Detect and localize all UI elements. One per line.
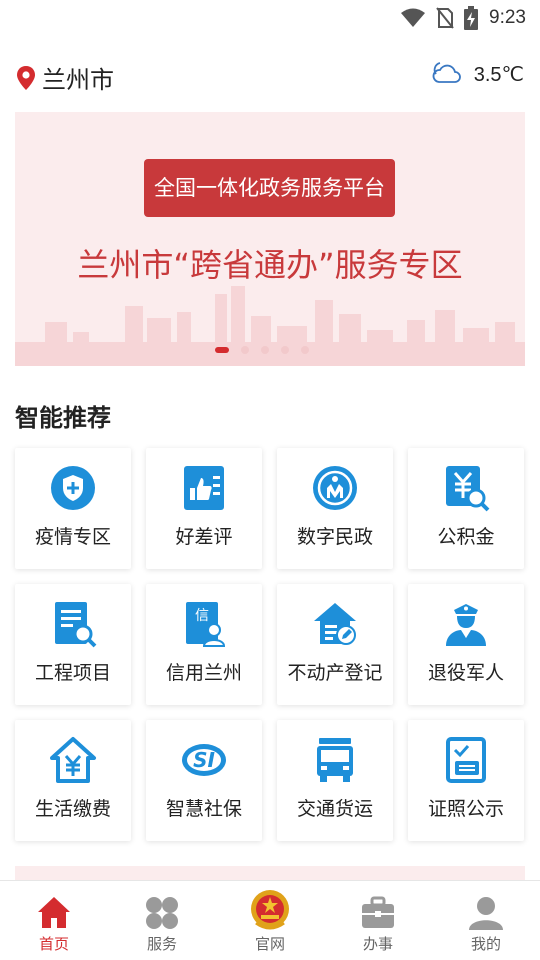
- service-card-housing-fund[interactable]: 公积金: [408, 448, 524, 569]
- grid-icon: [146, 897, 178, 929]
- banner-carousel[interactable]: 全国一体化政务服务平台 兰州市“跨省通办”服务专区: [15, 112, 525, 366]
- carousel-dot-active[interactable]: [215, 347, 229, 353]
- shield-plus-icon: [51, 466, 95, 510]
- doc-search-icon: [55, 602, 97, 648]
- service-label: 交通货运: [296, 798, 373, 820]
- service-card-license[interactable]: 证照公示: [408, 720, 524, 841]
- svg-text:信: 信: [195, 608, 209, 624]
- weather-widget[interactable]: 3.5℃: [430, 60, 524, 88]
- skyline-illustration: [15, 286, 525, 366]
- truck-icon: [317, 738, 353, 782]
- service-card-project[interactable]: 工程项目: [15, 584, 131, 705]
- location-name: 兰州市: [42, 66, 114, 94]
- tab-label: 我的: [470, 935, 501, 953]
- tab-label: 首页: [38, 935, 69, 953]
- service-label: 退役军人: [427, 662, 504, 684]
- social-security-icon: SI: [182, 744, 226, 776]
- carousel-dot[interactable]: [241, 346, 249, 354]
- status-bar: 9:23: [0, 0, 540, 36]
- service-card-rating[interactable]: 好差评: [146, 448, 262, 569]
- house-edit-icon: [314, 603, 356, 645]
- service-card-epidemic[interactable]: 疫情专区: [15, 448, 131, 569]
- tab-home[interactable]: 首页: [0, 881, 108, 960]
- carousel-indicator: [215, 346, 309, 354]
- house-yuan-icon: [50, 737, 96, 783]
- civil-affairs-icon: [313, 466, 357, 510]
- service-label: 证照公示: [427, 798, 504, 820]
- service-label: 工程项目: [34, 662, 111, 684]
- soldier-icon: [446, 604, 486, 646]
- service-card-freight[interactable]: 交通货运: [277, 720, 393, 841]
- temperature: 3.5℃: [473, 63, 524, 86]
- thumbs-up-doc-icon: [184, 466, 224, 510]
- home-icon: [38, 897, 70, 928]
- wifi-icon: [401, 8, 425, 27]
- tab-label: 服务: [146, 935, 177, 953]
- service-card-social-security[interactable]: SI 智慧社保: [146, 720, 262, 841]
- carousel-dot[interactable]: [261, 346, 269, 354]
- banner-badge: 全国一体化政务服务平台: [144, 159, 395, 217]
- carousel-dot[interactable]: [281, 346, 289, 354]
- service-card-veterans[interactable]: 退役军人: [408, 584, 524, 705]
- section-title-recommend: 智能推荐: [15, 404, 111, 432]
- user-icon: [469, 897, 503, 930]
- cloudy-icon: [432, 62, 461, 83]
- certificate-icon: [446, 737, 486, 783]
- tab-services[interactable]: 服务: [108, 881, 216, 960]
- service-label: 好差评: [175, 526, 233, 548]
- tab-official-site[interactable]: 官网: [216, 881, 324, 960]
- service-card-civil-affairs[interactable]: 数字民政: [277, 448, 393, 569]
- service-label: 公积金: [437, 526, 495, 548]
- credit-person-icon: 信: [186, 602, 226, 647]
- header: 兰州市 3.5℃: [0, 52, 540, 98]
- yuan-search-icon: [446, 466, 490, 512]
- tab-affairs[interactable]: 办事: [324, 881, 432, 960]
- service-label: 智慧社保: [165, 798, 242, 820]
- tab-label: 办事: [362, 935, 393, 953]
- no-sim-icon: [436, 7, 454, 29]
- emblem-icon: [251, 890, 289, 930]
- service-card-real-estate[interactable]: 不动产登记: [277, 584, 393, 705]
- tab-label: 官网: [254, 935, 285, 953]
- briefcase-icon: [362, 896, 394, 928]
- bottom-tab-bar: 首页 服务 官网 办事 我的: [0, 880, 540, 960]
- service-card-utility-payment[interactable]: 生活缴费: [15, 720, 131, 841]
- service-card-credit[interactable]: 信 信用兰州: [146, 584, 262, 705]
- service-label: 疫情专区: [34, 526, 111, 548]
- location-selector[interactable]: 兰州市: [16, 60, 114, 95]
- banner-title: 兰州市“跨省通办”服务专区: [77, 246, 463, 284]
- service-label: 生活缴费: [34, 798, 111, 820]
- tab-profile[interactable]: 我的: [432, 881, 540, 960]
- carousel-dot[interactable]: [301, 346, 309, 354]
- status-icons: [400, 6, 478, 30]
- map-pin-icon: [17, 65, 35, 90]
- service-label: 不动产登记: [287, 662, 383, 684]
- status-time: 9:23: [489, 7, 526, 28]
- service-label: 信用兰州: [165, 662, 242, 684]
- battery-charging-icon: [464, 6, 478, 30]
- service-label: 数字民政: [296, 526, 373, 548]
- svg-text:SI: SI: [193, 748, 215, 772]
